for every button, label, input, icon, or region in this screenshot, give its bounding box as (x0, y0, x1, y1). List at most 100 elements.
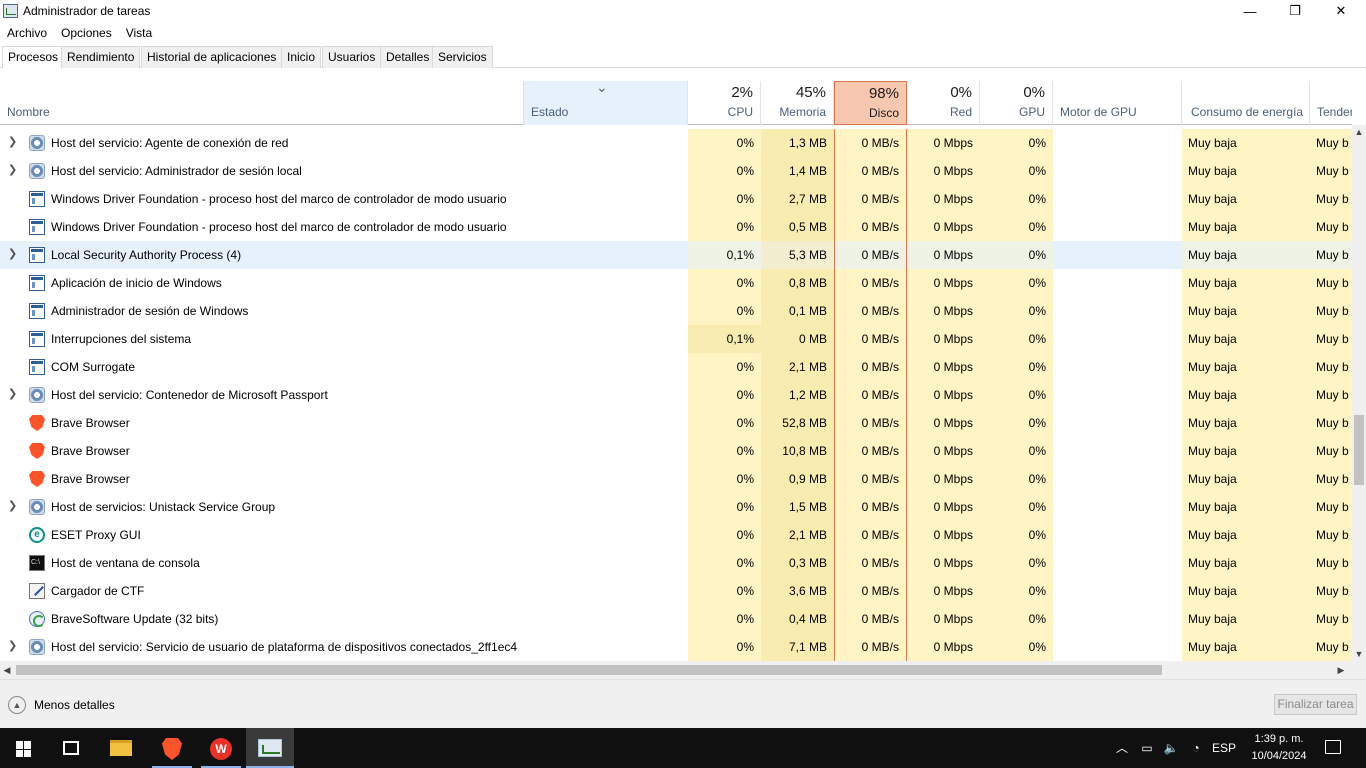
expand-chevron-icon[interactable]: ❯ (8, 157, 18, 185)
task-view-button[interactable] (48, 728, 96, 768)
table-row[interactable]: ❯ Host del servicio: Contenedor de Micros… (0, 381, 1352, 409)
column-power[interactable]: Consumo de energía (1182, 81, 1310, 125)
table-row[interactable]: COM Surrogate 0% 2,1 MB 0 MB/s 0 Mbps 0% Muy b… (0, 353, 1352, 381)
language-indicator[interactable]: ESP (1210, 728, 1238, 768)
windows-logo-icon (16, 741, 32, 757)
tab-servicios[interactable]: Servicios (432, 46, 493, 68)
column-network[interactable]: 0% Red (907, 81, 980, 125)
table-row[interactable]: ❯ Host de servicios: Unistack Service Gro… (0, 493, 1352, 521)
cpu-total: 2% (731, 84, 753, 101)
less-details-link[interactable]: Menos detalles (34, 698, 115, 712)
table-row[interactable]: Interrupciones del sistema 0,1% 0 MB 0 MB/s… (0, 325, 1352, 353)
expand-chevron-icon[interactable]: ❯ (8, 129, 18, 157)
tab-rendimiento[interactable]: Rendimiento (61, 46, 141, 68)
table-row[interactable]: Cargador de CTF 0% 3,6 MB 0 MB/s 0 Mbps 0% Muy… (0, 577, 1352, 605)
scroll-down-icon[interactable]: ▼ (1352, 647, 1366, 661)
table-row[interactable]: ❯ Host del servicio: Administrador de ses… (0, 157, 1352, 185)
menu-opciones[interactable]: Opciones (54, 23, 119, 43)
table-row[interactable]: ❯ Local Security Authority Process (4) 0,1… (0, 241, 1352, 269)
table-row[interactable]: ❯ Host del servicio: Agente de conexión d… (0, 129, 1352, 157)
cpu-cell: 0,1% (688, 241, 761, 269)
table-row[interactable]: ❯ Host del servicio: Servicio de usuario … (0, 633, 1352, 661)
tray-chevron-icon[interactable]: ︿ (1112, 728, 1132, 768)
column-gpu-engine[interactable]: Motor de GPU (1053, 81, 1182, 125)
minimize-button[interactable]: — (1227, 0, 1273, 22)
gpu-cell: 0% (980, 213, 1053, 241)
column-memory[interactable]: 45% Memoria (761, 81, 834, 125)
tab-procesos[interactable]: Procesos (2, 46, 65, 69)
clock[interactable]: 1:39 p. m. 10/04/2024 (1240, 731, 1318, 765)
table-row[interactable]: Windows Driver Foundation - proceso host… (0, 213, 1352, 241)
close-button[interactable]: ✕ (1318, 0, 1364, 22)
horizontal-scroll-thumb[interactable] (16, 665, 1162, 675)
cpu-cell: 0% (688, 465, 761, 493)
column-status[interactable]: ⌄ Estado (524, 79, 688, 125)
brave-icon (29, 443, 45, 459)
process-name: Brave Browser (51, 416, 130, 430)
end-task-button[interactable]: Finalizar tarea (1274, 694, 1357, 715)
cpu-cell: 0% (688, 353, 761, 381)
tab-historial[interactable]: Historial de aplicaciones (141, 46, 283, 68)
table-row[interactable]: Windows Driver Foundation - proceso host… (0, 185, 1352, 213)
menu-archivo[interactable]: Archivo (0, 23, 54, 43)
start-button[interactable] (0, 728, 48, 768)
column-name[interactable]: Nombre (0, 81, 524, 125)
gpu-cell: 0% (980, 241, 1053, 269)
battery-icon[interactable]: ▭ (1136, 728, 1158, 768)
window-icon (29, 303, 45, 319)
column-gpu[interactable]: 0% GPU (980, 81, 1053, 125)
gpu-cell: 0% (980, 465, 1053, 493)
network-cell: 0 Mbps (907, 633, 980, 661)
table-row[interactable]: BraveSoftware Update (32 bits) 0% 0,4 MB 0 … (0, 605, 1352, 633)
file-explorer-button[interactable] (98, 728, 146, 768)
memory-cell: 0 MB (761, 325, 834, 353)
column-power-trend[interactable]: Tendenci (1310, 81, 1352, 125)
table-row[interactable]: Administrador de sesión de Windows 0% 0,1 … (0, 297, 1352, 325)
process-table-header: Nombre ⌄ Estado 2% CPU 45% Memoria 98% D… (0, 79, 1352, 125)
menu-bar: Archivo Opciones Vista (0, 23, 159, 43)
scroll-up-icon[interactable]: ▲ (1352, 125, 1366, 139)
disk-cell: 0 MB/s (834, 353, 907, 381)
table-row[interactable]: Brave Browser 0% 10,8 MB 0 MB/s 0 Mbps 0% Muy … (0, 437, 1352, 465)
disk-cell: 0 MB/s (834, 129, 907, 157)
expand-chevron-icon[interactable]: ❯ (8, 493, 18, 521)
disk-cell: 0 MB/s (834, 325, 907, 353)
volume-icon[interactable]: 🔈 (1160, 728, 1182, 768)
cpu-cell: 0% (688, 493, 761, 521)
wifi-icon[interactable]: ◔ (1185, 728, 1207, 768)
power-cell: Muy baja (1182, 409, 1310, 437)
table-row[interactable]: C:\ Host de ventana de consola 0% 0,3 MB 0 M… (0, 549, 1352, 577)
table-row[interactable]: e ESET Proxy GUI 0% 2,1 MB 0 MB/s 0 Mbps 0% Muy… (0, 521, 1352, 549)
disk-cell: 0 MB/s (834, 493, 907, 521)
chevron-up-icon[interactable]: ▲ (8, 696, 26, 714)
scroll-left-icon[interactable]: ◀ (0, 661, 14, 679)
vertical-scroll-thumb[interactable] (1354, 415, 1364, 485)
eset-icon: e (29, 527, 45, 543)
tab-detalles[interactable]: Detalles (380, 46, 436, 68)
brave-taskbar-button[interactable] (148, 728, 196, 768)
vertical-scrollbar[interactable]: ▲ ▼ (1352, 125, 1366, 661)
tab-usuarios[interactable]: Usuarios (322, 46, 382, 68)
process-name: Host de servicios: Unistack Service Grou… (51, 500, 276, 514)
column-disk[interactable]: 98% Disco (834, 81, 907, 125)
memory-cell: 52,8 MB (761, 409, 834, 437)
column-cpu[interactable]: 2% CPU (688, 81, 761, 125)
expand-chevron-icon[interactable]: ❯ (8, 633, 18, 661)
table-row[interactable]: Brave Browser 0% 0,9 MB 0 MB/s 0 Mbps 0% Muy b… (0, 465, 1352, 493)
horizontal-scrollbar[interactable]: ◀ ▶ (0, 661, 1352, 679)
network-cell: 0 Mbps (907, 549, 980, 577)
wps-taskbar-button[interactable]: W (197, 728, 245, 768)
menu-vista[interactable]: Vista (119, 23, 159, 43)
restore-button[interactable]: ❐ (1272, 0, 1318, 22)
notifications-icon[interactable] (1325, 740, 1341, 754)
expand-chevron-icon[interactable]: ❯ (8, 241, 18, 269)
table-row[interactable]: Aplicación de inicio de Windows 0% 0,8 MB 0… (0, 269, 1352, 297)
power-trend-cell: Muy b (1310, 213, 1352, 241)
expand-chevron-icon[interactable]: ❯ (8, 381, 18, 409)
network-cell: 0 Mbps (907, 185, 980, 213)
task-manager-taskbar-button[interactable] (246, 728, 294, 768)
table-row[interactable]: Brave Browser 0% 52,8 MB 0 MB/s 0 Mbps 0% Muy … (0, 409, 1352, 437)
tab-inicio[interactable]: Inicio (281, 46, 322, 68)
column-name-label: Nombre (7, 105, 50, 119)
scroll-right-icon[interactable]: ▶ (1334, 661, 1348, 679)
